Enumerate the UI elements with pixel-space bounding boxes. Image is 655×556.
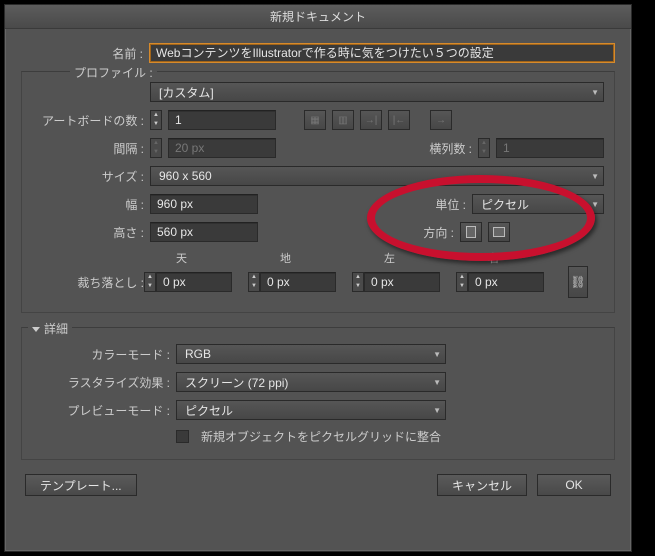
template-button[interactable]: テンプレート... bbox=[25, 474, 137, 496]
spacing-label: 間隔 : bbox=[32, 140, 144, 157]
bleed-top-label: 天 bbox=[160, 250, 264, 266]
arrange-down-icon: |← bbox=[388, 110, 410, 130]
bleed-left-label: 左 bbox=[368, 250, 472, 266]
width-input[interactable]: 960 px bbox=[150, 194, 258, 214]
ok-button[interactable]: OK bbox=[537, 474, 611, 496]
bleed-right-label: 右 bbox=[472, 250, 576, 266]
chevron-down-icon: ▼ bbox=[433, 406, 441, 415]
chevron-down-icon: ▼ bbox=[591, 172, 599, 181]
align-pixel-grid-checkbox[interactable] bbox=[176, 430, 189, 443]
orientation-label: 方向 : bbox=[404, 224, 454, 241]
cancel-button[interactable]: キャンセル bbox=[437, 474, 527, 496]
bleed-bottom-label: 地 bbox=[264, 250, 368, 266]
arrange-arrow-icon: → bbox=[430, 110, 452, 130]
bleed-bottom-stepper[interactable]: ▲▼ bbox=[248, 272, 260, 292]
chevron-down-icon: ▼ bbox=[433, 350, 441, 359]
profile-select[interactable]: [カスタム] ▼ bbox=[150, 82, 604, 102]
chevron-down-icon: ▼ bbox=[591, 88, 599, 97]
bleed-bottom-input[interactable]: 0 px bbox=[260, 272, 336, 292]
basic-group: プロファイル : [カスタム] ▼ アートボードの数 : ▲▼ 1 ▦ ▥ →|… bbox=[21, 71, 615, 313]
columns-stepper: ▲▼ bbox=[478, 138, 490, 158]
advanced-group: 詳細 カラーモード : RGB ▼ ラスタライズ効果 : スクリーン (72 p… bbox=[21, 327, 615, 460]
size-label: サイズ : bbox=[32, 168, 144, 185]
bleed-top-input[interactable]: 0 px bbox=[156, 272, 232, 292]
preview-select[interactable]: ピクセル ▼ bbox=[176, 400, 446, 420]
chevron-down-icon: ▼ bbox=[433, 378, 441, 387]
align-pixel-grid-label: 新規オブジェクトをピクセルグリッドに整合 bbox=[201, 428, 441, 445]
bleed-left-stepper[interactable]: ▲▼ bbox=[352, 272, 364, 292]
grid-by-column-icon: ▥ bbox=[332, 110, 354, 130]
dialog-title: 新規ドキュメント bbox=[5, 5, 631, 29]
columns-label: 横列数 : bbox=[422, 140, 472, 157]
bleed-top-stepper[interactable]: ▲▼ bbox=[144, 272, 156, 292]
name-input[interactable]: WebコンテンツをIllustratorで作る時に気をつけたい５つの設定 bbox=[149, 43, 615, 63]
name-label: 名前 : bbox=[21, 45, 143, 62]
grid-by-row-icon: ▦ bbox=[304, 110, 326, 130]
columns-input: 1 bbox=[496, 138, 604, 158]
orientation-portrait-button[interactable] bbox=[460, 222, 482, 242]
raster-label: ラスタライズ効果 : bbox=[32, 374, 170, 391]
artboards-label: アートボードの数 : bbox=[32, 112, 144, 129]
colormode-select[interactable]: RGB ▼ bbox=[176, 344, 446, 364]
disclosure-triangle-icon[interactable] bbox=[32, 327, 40, 332]
bleed-right-stepper[interactable]: ▲▼ bbox=[456, 272, 468, 292]
profile-label: プロファイル : bbox=[70, 64, 157, 81]
artboards-stepper[interactable]: ▲▼ bbox=[150, 110, 162, 130]
spacing-input: 20 px bbox=[168, 138, 276, 158]
link-bleed-icon[interactable]: ⛓ bbox=[568, 266, 588, 298]
size-select[interactable]: 960 x 560 ▼ bbox=[150, 166, 604, 186]
colormode-label: カラーモード : bbox=[32, 346, 170, 363]
width-label: 幅 : bbox=[32, 196, 144, 213]
height-label: 高さ : bbox=[32, 224, 144, 241]
preview-label: プレビューモード : bbox=[32, 402, 170, 419]
height-input[interactable]: 560 px bbox=[150, 222, 258, 242]
advanced-label: 詳細 bbox=[28, 320, 72, 337]
artboards-input[interactable]: 1 bbox=[168, 110, 276, 130]
orientation-landscape-button[interactable] bbox=[488, 222, 510, 242]
spacing-stepper: ▲▼ bbox=[150, 138, 162, 158]
unit-select[interactable]: ピクセル ▼ bbox=[472, 194, 604, 214]
bleed-label: 裁ち落とし : bbox=[32, 274, 144, 291]
bleed-right-input[interactable]: 0 px bbox=[468, 272, 544, 292]
bleed-left-input[interactable]: 0 px bbox=[364, 272, 440, 292]
chevron-down-icon: ▼ bbox=[591, 200, 599, 209]
new-document-dialog: 新規ドキュメント 名前 : WebコンテンツをIllustratorで作る時に気… bbox=[4, 4, 632, 552]
arrange-right-icon: →| bbox=[360, 110, 382, 130]
raster-select[interactable]: スクリーン (72 ppi) ▼ bbox=[176, 372, 446, 392]
unit-label: 単位 : bbox=[416, 196, 466, 213]
